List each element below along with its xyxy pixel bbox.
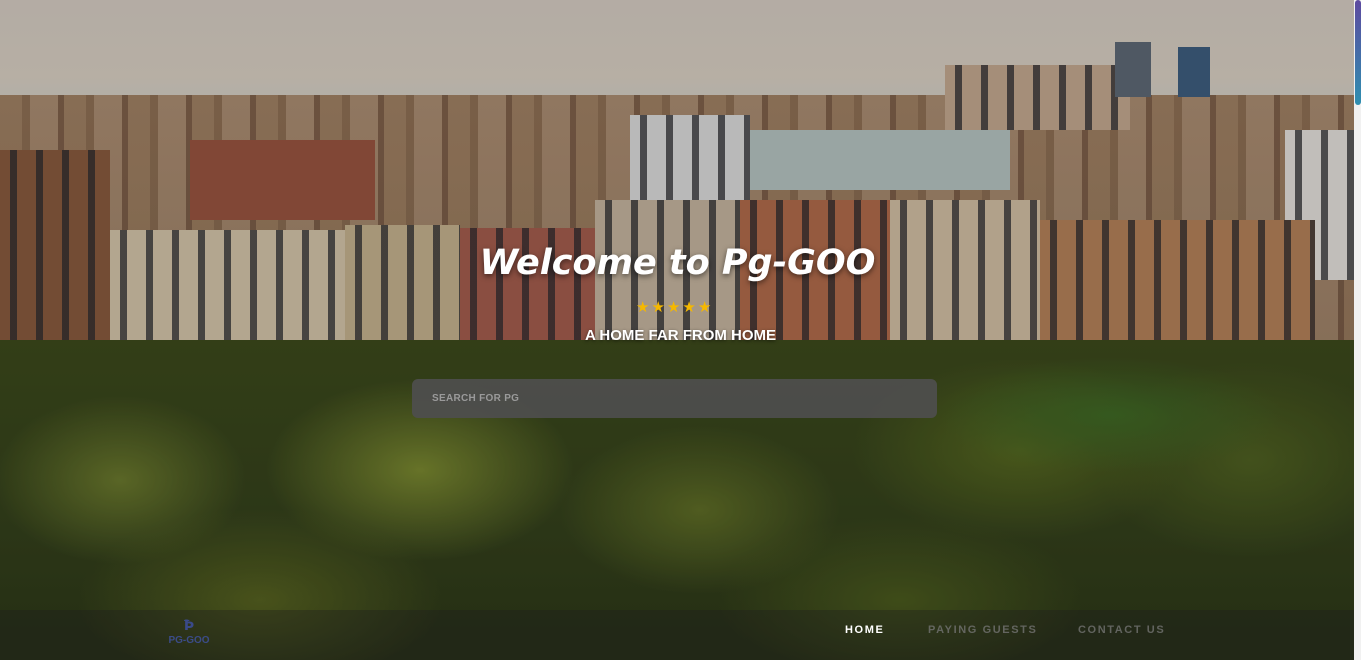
nav-link-contact-us[interactable]: CONTACT US <box>1078 624 1165 636</box>
nav-links: HOME PAYING GUESTS CONTACT US <box>0 624 1361 640</box>
hero-tagline: A HOME FAR FROM HOME <box>584 327 777 344</box>
search-input[interactable] <box>412 379 937 418</box>
rating-stars: ★ ★ ★ ★ ★ <box>636 299 711 315</box>
nav-link-home[interactable]: HOME <box>845 624 884 636</box>
page: Welcome to Pg-GOO ★ ★ ★ ★ ★ A HOME FAR FROM … <box>0 0 1361 660</box>
star-icon: ★ <box>666 298 681 316</box>
star-icon: ★ <box>682 298 696 316</box>
hero-title-text: Welcome to Pg-GOO <box>479 243 876 283</box>
scrollbar-thumb[interactable] <box>1355 0 1361 105</box>
star-icon: ★ <box>697 298 712 316</box>
star-icon: ★ <box>636 298 650 316</box>
star-icon: ★ <box>651 298 665 316</box>
hero-title: Welcome to Pg-GOO <box>0 243 1361 283</box>
nav-link-paying-guests[interactable]: PAYING GUESTS <box>928 624 1037 636</box>
